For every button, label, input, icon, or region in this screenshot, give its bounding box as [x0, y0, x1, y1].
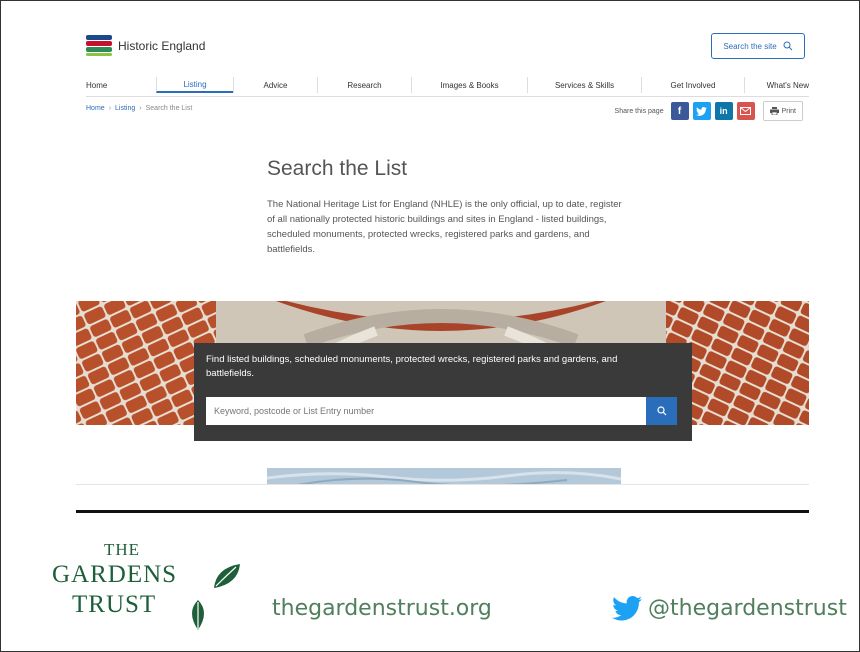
linkedin-icon: in	[719, 106, 728, 116]
nav-item-images-books[interactable]: Images & Books	[411, 77, 527, 93]
twitter-handle: @thegardenstrust	[648, 596, 847, 621]
website-screenshot: Historic England Search the site Home Li…	[76, 25, 809, 485]
printer-icon	[769, 107, 779, 115]
nav-item-services-skills[interactable]: Services & Skills	[527, 77, 641, 93]
list-search-input[interactable]	[206, 397, 646, 425]
list-search-button[interactable]	[646, 397, 677, 425]
breadcrumb-listing[interactable]: Listing	[115, 105, 135, 112]
search-site-label: Search the site	[723, 41, 777, 51]
twitter-handle-block: @thegardenstrust	[612, 596, 847, 621]
leaf-icon	[214, 564, 240, 588]
nav-item-get-involved[interactable]: Get Involved	[641, 77, 744, 93]
map-thumbnail	[267, 468, 621, 485]
nav-divider	[86, 96, 809, 97]
gardens-trust-logo: THE GARDENS TRUST	[50, 540, 250, 635]
page-title: Search the List	[267, 157, 408, 180]
logo-line-the: THE	[104, 540, 141, 559]
list-search-panel: Find listed buildings, scheduled monumen…	[194, 343, 692, 441]
historic-england-logo-icon	[86, 35, 112, 57]
search-icon	[783, 41, 793, 51]
facebook-share-button[interactable]: f	[670, 102, 689, 120]
logo-line-gardens: GARDENS	[52, 561, 178, 588]
leaf-icon	[192, 600, 204, 630]
share-bar: Share this page f in Print	[615, 101, 803, 121]
share-label: Share this page	[614, 107, 664, 115]
twitter-share-button[interactable]	[692, 102, 711, 120]
search-row	[206, 397, 677, 425]
nav-item-whats-new[interactable]: What's New	[744, 77, 809, 93]
site-bottom-divider	[76, 484, 809, 485]
breadcrumb-home[interactable]: Home	[86, 105, 105, 112]
intro-paragraph: The National Heritage List for England (…	[267, 199, 622, 255]
map-image	[267, 468, 621, 485]
email-icon	[740, 107, 752, 115]
facebook-icon: f	[677, 105, 682, 117]
logo-line-trust: TRUST	[72, 591, 157, 618]
main-nav: Home Listing Advice Research Images & Bo…	[86, 77, 809, 93]
breadcrumb-current: Search the List	[145, 105, 193, 112]
twitter-bird-icon	[612, 596, 642, 621]
search-site-button[interactable]: Search the site	[711, 33, 805, 59]
nav-item-home[interactable]: Home	[86, 77, 156, 93]
nav-item-listing[interactable]: Listing	[156, 77, 233, 93]
website-url: thegardenstrust.org	[272, 596, 492, 621]
linkedin-share-button[interactable]: in	[714, 102, 733, 120]
slide-divider	[76, 510, 809, 513]
brand-name: Historic England	[118, 39, 206, 53]
email-share-button[interactable]	[736, 102, 755, 120]
print-button[interactable]: Print	[762, 101, 803, 121]
nav-item-research[interactable]: Research	[317, 77, 411, 93]
nav-item-advice[interactable]: Advice	[233, 77, 317, 93]
breadcrumb: Home › Listing › Search the List	[86, 105, 193, 112]
twitter-icon	[696, 106, 707, 116]
search-panel-text: Find listed buildings, scheduled monumen…	[206, 354, 618, 379]
print-label: Print	[781, 107, 796, 115]
historic-england-logo[interactable]: Historic England	[86, 35, 205, 57]
search-icon	[656, 406, 666, 416]
